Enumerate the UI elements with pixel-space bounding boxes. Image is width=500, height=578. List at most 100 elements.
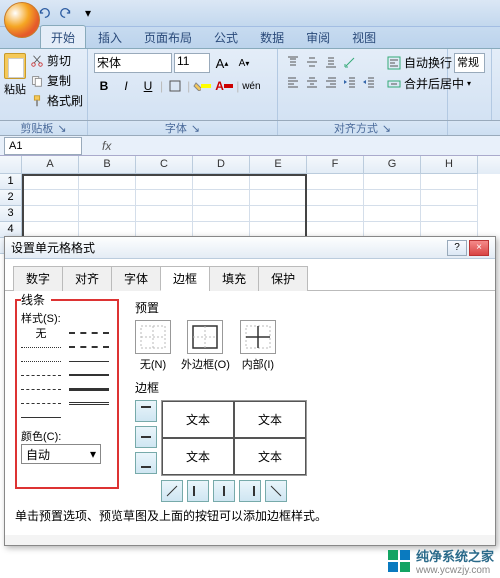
copy-icon — [30, 74, 44, 88]
style-label: 样式(S): — [21, 310, 113, 326]
align-center-button[interactable] — [303, 73, 321, 91]
dlg-tab-protection[interactable]: 保护 — [258, 266, 308, 291]
border-preview[interactable]: 文本 文本 文本 文本 — [161, 400, 307, 476]
font-launcher[interactable]: ↘ — [191, 122, 200, 135]
tab-formulas[interactable]: 公式 — [204, 26, 248, 48]
row-header[interactable]: 1 — [0, 174, 22, 190]
col-header-h[interactable]: H — [421, 156, 478, 174]
border-button[interactable] — [165, 76, 185, 96]
orientation-button[interactable] — [341, 53, 359, 71]
select-all-corner[interactable] — [0, 156, 22, 174]
align-top-button[interactable] — [284, 53, 302, 71]
grow-font-button[interactable]: A▴ — [212, 53, 232, 73]
name-box[interactable]: A1 — [4, 137, 82, 155]
dlg-tab-number[interactable]: 数字 — [13, 266, 63, 291]
line-style-picker[interactable]: 无 — [21, 328, 113, 422]
paste-label: 粘贴 — [4, 81, 26, 97]
align-left-button[interactable] — [284, 73, 302, 91]
tab-data[interactable]: 数据 — [250, 26, 294, 48]
preset-outline-button[interactable]: 外边框(O) — [181, 320, 230, 372]
paste-button[interactable]: 粘贴 — [4, 51, 26, 120]
style-swatch[interactable] — [21, 356, 61, 366]
row-header[interactable]: 2 — [0, 190, 22, 206]
border-hmid-button[interactable] — [135, 426, 157, 448]
dialog-close-button[interactable]: × — [469, 240, 489, 256]
style-swatch[interactable] — [21, 398, 61, 408]
font-size-select[interactable]: 11 — [174, 53, 210, 73]
fill-color-button[interactable] — [192, 76, 212, 96]
bold-button[interactable]: B — [94, 76, 114, 96]
copy-button[interactable]: 复制 — [28, 71, 85, 90]
align-bottom-button[interactable] — [322, 53, 340, 71]
style-swatch[interactable] — [69, 398, 109, 408]
style-swatch[interactable] — [69, 384, 109, 394]
style-swatch[interactable] — [69, 356, 109, 366]
office-button[interactable] — [4, 2, 40, 38]
border-top-button[interactable] — [135, 400, 157, 422]
dlg-tab-font[interactable]: 字体 — [111, 266, 161, 291]
title-bar: ▾ — [0, 0, 500, 27]
fx-label: fx — [102, 139, 111, 153]
col-header-a[interactable]: A — [22, 156, 79, 174]
font-name-select[interactable]: 宋体 — [94, 53, 172, 73]
font-color-button[interactable]: A — [214, 76, 234, 96]
col-header-c[interactable]: C — [136, 156, 193, 174]
line-color-select[interactable]: 自动▾ — [21, 444, 101, 464]
dlg-tab-fill[interactable]: 填充 — [209, 266, 259, 291]
dialog-tab-strip: 数字 对齐 字体 边框 填充 保护 — [5, 259, 495, 291]
col-header-e[interactable]: E — [250, 156, 307, 174]
style-swatch[interactable] — [21, 342, 61, 352]
tab-view[interactable]: 视图 — [342, 26, 386, 48]
preset-none-button[interactable]: 无(N) — [135, 320, 171, 372]
col-header-g[interactable]: G — [364, 156, 421, 174]
border-bottom-button[interactable] — [135, 452, 157, 474]
border-diag-up-button[interactable] — [161, 480, 183, 502]
dialog-help-button[interactable]: ? — [447, 240, 467, 256]
underline-button[interactable]: U — [138, 76, 158, 96]
color-label: 颜色(C): — [21, 428, 113, 444]
border-section-label: 边框 — [135, 379, 307, 396]
style-swatch[interactable] — [21, 412, 61, 422]
cut-button[interactable]: 剪切 — [28, 51, 85, 70]
ribbon-tab-strip: 开始 插入 页面布局 公式 数据 审阅 视图 — [0, 27, 500, 49]
clipboard-launcher[interactable]: ↘ — [57, 122, 66, 135]
qat-customize[interactable]: ▾ — [78, 3, 98, 23]
style-swatch[interactable] — [21, 370, 61, 380]
redo-button[interactable] — [56, 3, 76, 23]
style-swatch[interactable] — [69, 342, 109, 352]
dialog-title: 设置单元格格式 — [11, 239, 95, 256]
border-vmid-button[interactable] — [213, 480, 235, 502]
tab-page-layout[interactable]: 页面布局 — [134, 26, 202, 48]
col-header-f[interactable]: F — [307, 156, 364, 174]
wrap-icon — [387, 56, 401, 70]
tab-home[interactable]: 开始 — [40, 25, 86, 48]
italic-button[interactable]: I — [116, 76, 136, 96]
dlg-tab-alignment[interactable]: 对齐 — [62, 266, 112, 291]
col-header-d[interactable]: D — [193, 156, 250, 174]
format-painter-button[interactable]: 格式刷 — [28, 91, 85, 110]
shrink-font-button[interactable]: A▾ — [234, 53, 254, 73]
border-diag-down-button[interactable] — [265, 480, 287, 502]
row-header[interactable]: 3 — [0, 206, 22, 222]
style-swatch[interactable] — [21, 384, 61, 394]
col-header-b[interactable]: B — [79, 156, 136, 174]
preset-section-label: 预置 — [135, 299, 276, 316]
align-middle-button[interactable] — [303, 53, 321, 71]
decrease-indent-button[interactable] — [341, 73, 359, 91]
border-left-button[interactable] — [187, 480, 209, 502]
style-none[interactable]: 无 — [21, 328, 61, 338]
border-right-button[interactable] — [239, 480, 261, 502]
align-right-button[interactable] — [322, 73, 340, 91]
dlg-tab-border[interactable]: 边框 — [160, 266, 210, 291]
align-launcher[interactable]: ↘ — [382, 122, 391, 135]
merge-icon — [387, 77, 401, 91]
tab-review[interactable]: 审阅 — [296, 26, 340, 48]
style-swatch[interactable] — [69, 370, 109, 380]
style-swatch[interactable] — [69, 328, 109, 338]
preset-inside-button[interactable]: 内部(I) — [240, 320, 276, 372]
tab-insert[interactable]: 插入 — [88, 26, 132, 48]
increase-indent-button[interactable] — [360, 73, 378, 91]
number-format-select[interactable]: 常规 — [454, 53, 485, 73]
bucket-icon — [193, 81, 201, 91]
phonetic-button[interactable]: wén — [241, 76, 261, 96]
